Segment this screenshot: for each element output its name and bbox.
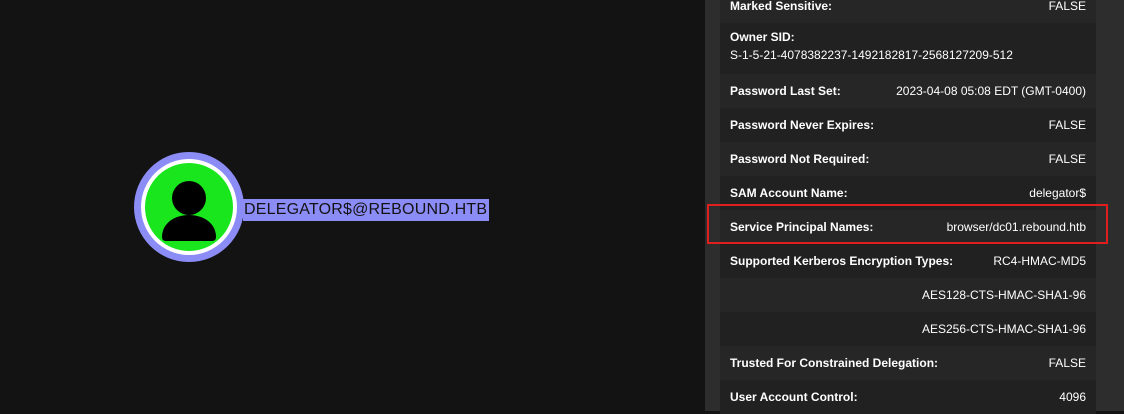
annotation-highlight-box: [707, 204, 1108, 244]
prop-password-never-expires: Password Never Expires: FALSE: [720, 108, 1096, 142]
prop-value: 4096: [1059, 390, 1086, 404]
prop-value: FALSE: [1048, 356, 1086, 370]
prop-value: 2023-04-08 05:08 EDT (GMT-0400): [896, 84, 1086, 98]
prop-password-last-set: Password Last Set: 2023-04-08 05:08 EDT …: [720, 74, 1096, 108]
user-node-label[interactable]: DELEGATOR$@REBOUND.HTB: [243, 199, 490, 221]
prop-key: Marked Sensitive:: [730, 0, 833, 13]
prop-user-account-control: User Account Control: 4096: [720, 380, 1096, 414]
prop-key: SAM Account Name:: [730, 186, 848, 200]
prop-value: S-1-5-21-4078382237-1492182817-256812720…: [730, 48, 1013, 62]
prop-key: Password Not Required:: [730, 152, 870, 166]
prop-password-not-required: Password Not Required: FALSE: [720, 142, 1096, 176]
prop-key: Supported Kerberos Encryption Types:: [730, 254, 954, 268]
prop-key: Password Last Set:: [730, 84, 841, 98]
prop-value: RC4-HMAC-MD5: [993, 254, 1086, 268]
prop-kerberos-type-aes128: AES128-CTS-HMAC-SHA1-96: [720, 278, 1096, 312]
prop-marked-sensitive: Marked Sensitive: FALSE: [720, 0, 1096, 23]
prop-value: AES128-CTS-HMAC-SHA1-96: [921, 288, 1086, 302]
panel-scrollbar[interactable]: [1106, 0, 1124, 411]
prop-key: Password Never Expires:: [730, 118, 875, 132]
prop-value: FALSE: [1048, 118, 1086, 132]
prop-value: FALSE: [1048, 0, 1086, 13]
user-node-fill: [145, 163, 233, 251]
prop-kerberos-type-aes256: AES256-CTS-HMAC-SHA1-96: [720, 312, 1096, 346]
user-node[interactable]: [134, 152, 244, 262]
prop-supported-kerberos-encryption-types: Supported Kerberos Encryption Types: RC4…: [720, 244, 1096, 278]
prop-value: AES256-CTS-HMAC-SHA1-96: [921, 322, 1086, 336]
graph-canvas[interactable]: DELEGATOR$@REBOUND.HTB: [0, 0, 705, 411]
prop-owner-sid: Owner SID: S-1-5-21-4078382237-149218281…: [720, 23, 1096, 74]
prop-trusted-for-constrained-delegation: Trusted For Constrained Delegation: FALS…: [720, 346, 1096, 380]
prop-key: Owner SID:: [730, 30, 795, 44]
user-icon: [162, 181, 216, 241]
prop-key: Trusted For Constrained Delegation:: [730, 356, 939, 370]
prop-value: delegator$: [1029, 186, 1086, 200]
prop-key: User Account Control:: [730, 390, 858, 404]
prop-value: FALSE: [1048, 152, 1086, 166]
user-node-ring: [141, 159, 237, 255]
